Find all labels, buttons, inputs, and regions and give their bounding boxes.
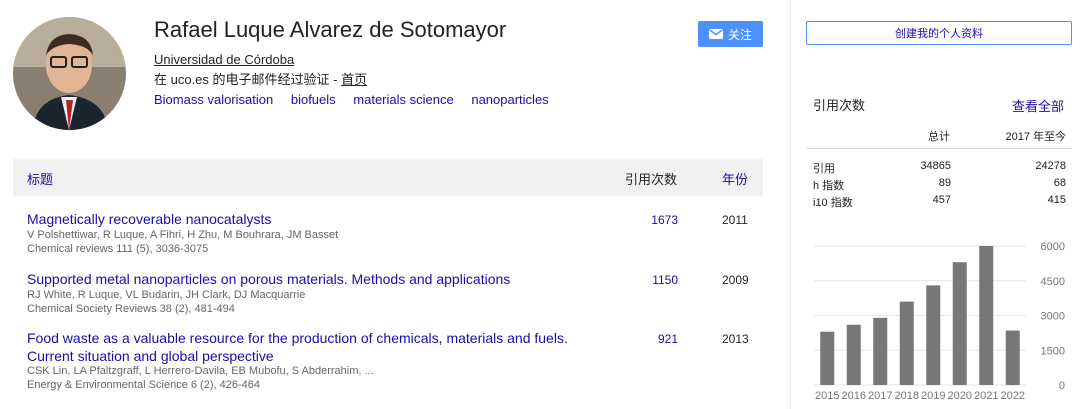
stats-row-citations: 引用 34865 24278 bbox=[813, 160, 1066, 177]
citation-bar[interactable] bbox=[952, 262, 967, 385]
interest-link[interactable]: materials science bbox=[353, 92, 453, 107]
email-verification: 在 uco.es 的电子邮件经过验证 - 首页 bbox=[154, 69, 367, 88]
envelope-icon bbox=[708, 29, 723, 39]
article-title-link[interactable]: Food waste as a valuable resource for th… bbox=[27, 329, 597, 365]
stats-col-all: 总计 bbox=[928, 131, 950, 143]
articles-table-header: 标题 引用次数 年份 bbox=[13, 159, 763, 196]
interest-link[interactable]: biofuels bbox=[291, 92, 336, 107]
article-citations-link[interactable]: 921 bbox=[625, 332, 678, 346]
stats-all-value: 34865 bbox=[920, 160, 951, 172]
article-authors: V Polshettiwar, R Luque, A Fihri, H Zhu,… bbox=[27, 229, 339, 241]
article-year: 2009 bbox=[722, 273, 749, 287]
email-verified-text: 在 uco.es 的电子邮件经过验证 - bbox=[154, 72, 342, 87]
article-title-link[interactable]: Supported metal nanoparticles on porous … bbox=[27, 270, 597, 288]
citation-bar[interactable] bbox=[979, 246, 994, 385]
cited-by-heading: 引用次数 bbox=[813, 98, 866, 113]
article-year: 2013 bbox=[722, 332, 749, 346]
y-tick-label: 1500 bbox=[1041, 345, 1065, 357]
citation-bar[interactable] bbox=[873, 317, 888, 385]
article-title-link[interactable]: Magnetically recoverable nanocatalysts bbox=[27, 210, 597, 228]
citation-bar[interactable] bbox=[846, 324, 861, 385]
x-tick-label: 2019 bbox=[921, 390, 945, 402]
follow-label: 关注 bbox=[727, 27, 752, 42]
research-interests: Biomass valorisation biofuels materials … bbox=[154, 92, 563, 107]
article-venue: Energy & Environmental Science 6 (2), 42… bbox=[27, 379, 260, 391]
stats-since-value: 24278 bbox=[1035, 160, 1066, 172]
y-tick-label: 6000 bbox=[1041, 241, 1065, 253]
stats-row-h-index: h 指数 89 68 bbox=[813, 177, 1066, 194]
stats-row-i10-index: i10 指数 457 415 bbox=[813, 194, 1066, 211]
create-profile-button[interactable]: 创建我的个人资料 bbox=[806, 21, 1072, 45]
sort-by-year[interactable]: 年份 bbox=[722, 169, 748, 188]
x-tick-label: 2021 bbox=[974, 390, 998, 402]
x-tick-label: 2017 bbox=[868, 390, 892, 402]
article-authors: RJ White, R Luque, VL Budarin, JH Clark,… bbox=[27, 289, 306, 301]
stats-label: h 指数 bbox=[813, 180, 845, 192]
stats-label: 引用 bbox=[813, 163, 835, 175]
stats-label: i10 指数 bbox=[813, 197, 853, 209]
sort-by-title[interactable]: 标题 bbox=[27, 169, 53, 188]
interest-link[interactable]: Biomass valorisation bbox=[154, 92, 273, 107]
citation-bar[interactable] bbox=[820, 331, 835, 385]
affiliation-link[interactable]: Universidad de Córdoba bbox=[154, 52, 294, 67]
article-year: 2011 bbox=[722, 213, 748, 227]
x-tick-label: 2020 bbox=[948, 390, 972, 402]
article-authors: CSK Lin, LA Pfaltzgraff, L Herrero-Davil… bbox=[27, 365, 374, 377]
stats-all-value: 457 bbox=[932, 194, 951, 206]
stats-col-since: 2017 年至今 bbox=[1005, 131, 1066, 143]
y-tick-label: 3000 bbox=[1041, 311, 1065, 323]
follow-button[interactable]: 关注 bbox=[698, 21, 763, 47]
y-tick-label: 0 bbox=[1059, 380, 1065, 392]
article-venue: Chemical Society Reviews 38 (2), 481-494 bbox=[27, 303, 235, 315]
citation-bar[interactable] bbox=[926, 285, 941, 385]
citation-bar[interactable] bbox=[899, 301, 914, 385]
profile-name: Rafael Luque Alvarez de Sotomayor bbox=[154, 17, 507, 42]
article-citations-link[interactable]: 1150 bbox=[625, 273, 678, 287]
citations-per-year-chart: 015003000450060002015 2016 2017 2018 2019 202… bbox=[814, 241, 1065, 402]
interest-link[interactable]: nanoparticles bbox=[471, 92, 548, 107]
homepage-link[interactable]: 首页 bbox=[341, 72, 367, 87]
stats-since-value: 415 bbox=[1047, 194, 1066, 206]
x-tick-label: 2015 bbox=[815, 390, 839, 402]
view-all-link[interactable]: 查看全部 bbox=[1012, 96, 1064, 115]
y-tick-label: 4500 bbox=[1041, 276, 1065, 288]
stats-since-value: 68 bbox=[1053, 177, 1066, 189]
x-tick-label: 2018 bbox=[895, 390, 919, 402]
stats-table-header: 总计 2017 年至今 bbox=[806, 122, 1072, 149]
citation-bar[interactable] bbox=[1005, 330, 1020, 385]
sort-by-cited[interactable]: 引用次数 bbox=[625, 169, 677, 188]
x-tick-label: 2016 bbox=[842, 390, 866, 402]
article-citations-link[interactable]: 1673 bbox=[625, 213, 678, 227]
article-venue: Chemical reviews 111 (5), 3036-3075 bbox=[27, 243, 209, 255]
profile-photo bbox=[13, 17, 126, 130]
stats-all-value: 89 bbox=[938, 177, 951, 189]
x-tick-label: 2022 bbox=[1001, 390, 1025, 402]
